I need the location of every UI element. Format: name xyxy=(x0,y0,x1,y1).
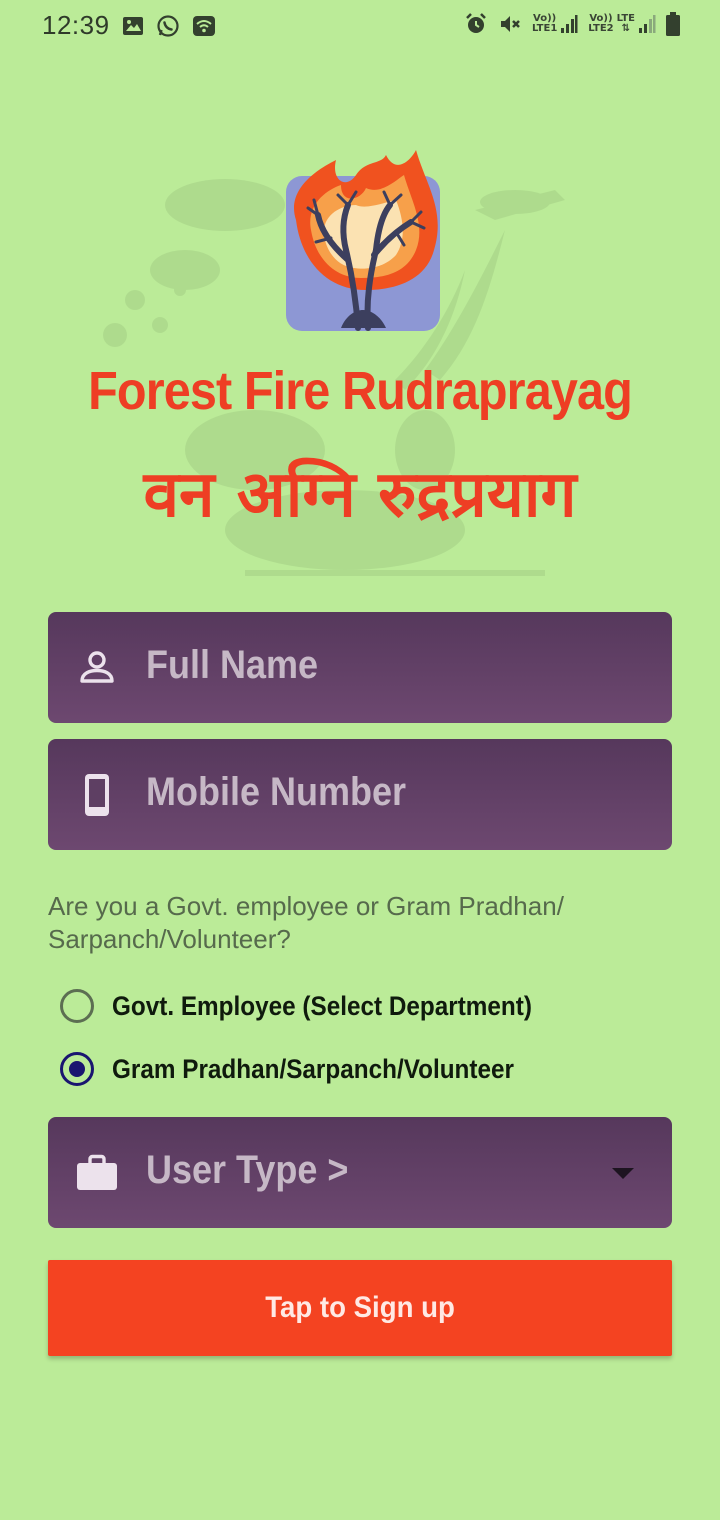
app-title-hindi: वन अग्नि रुद्रप्रयाग xyxy=(143,458,577,532)
mobile-number-placeholder: Mobile Number xyxy=(146,770,407,814)
image-icon xyxy=(123,17,143,35)
status-left-icons xyxy=(122,14,216,38)
sim2-network: Vo)) LTE2 LTE ⇅ xyxy=(588,14,656,34)
govt-employee-label[interactable]: Govt. Employee (Select Department) xyxy=(112,991,532,1022)
burning-tree-logo xyxy=(286,150,440,331)
signup-button-label: Tap to Sign up xyxy=(265,1291,455,1324)
govt-employee-radio-option[interactable]: Govt. Employee (Select Department) xyxy=(60,985,579,1027)
wifi-icon xyxy=(193,16,215,36)
caret-down-icon xyxy=(612,1168,634,1179)
full-name-field[interactable]: Full Name xyxy=(48,612,672,723)
app-title-english: Forest Fire Rudraprayag xyxy=(88,361,633,421)
status-time: 12:39 xyxy=(42,10,110,40)
status-bar: 12:39 Vo)) LTE1 Vo)) LTE2 LTE ⇅ xyxy=(0,0,720,56)
battery-icon xyxy=(666,12,680,36)
phone-icon xyxy=(85,774,109,816)
sim2-lte-label: LTE2 xyxy=(588,23,614,34)
person-icon xyxy=(80,651,114,683)
user-type-placeholder: User Type > xyxy=(146,1148,349,1192)
gram-pradhan-label[interactable]: Gram Pradhan/Sarpanch/Volunteer xyxy=(112,1054,514,1085)
sim1-lte-label: LTE1 xyxy=(531,23,558,34)
employee-type-question: Are you a Govt. employee or Gram Pradhan… xyxy=(48,891,564,954)
signal-icon xyxy=(639,15,656,33)
gram-pradhan-radio-option[interactable]: Gram Pradhan/Sarpanch/Volunteer xyxy=(60,1048,559,1090)
mute-icon xyxy=(500,16,520,32)
sim1-network: Vo)) LTE1 xyxy=(532,14,578,34)
alarm-icon xyxy=(466,13,486,33)
whatsapp-icon xyxy=(157,15,179,37)
data-arrows-icon: ⇅ xyxy=(621,23,630,34)
mobile-number-field[interactable]: Mobile Number xyxy=(48,739,672,850)
briefcase-icon xyxy=(77,1154,117,1190)
signal-icon xyxy=(561,15,578,33)
status-right-icons: Vo)) LTE1 Vo)) LTE2 LTE ⇅ xyxy=(464,12,680,36)
full-name-placeholder: Full Name xyxy=(146,643,319,687)
signup-button[interactable]: Tap to Sign up xyxy=(48,1260,672,1356)
gram-pradhan-radio[interactable] xyxy=(60,1052,94,1086)
govt-employee-radio[interactable] xyxy=(60,989,94,1023)
user-type-dropdown[interactable]: User Type > xyxy=(48,1117,672,1228)
